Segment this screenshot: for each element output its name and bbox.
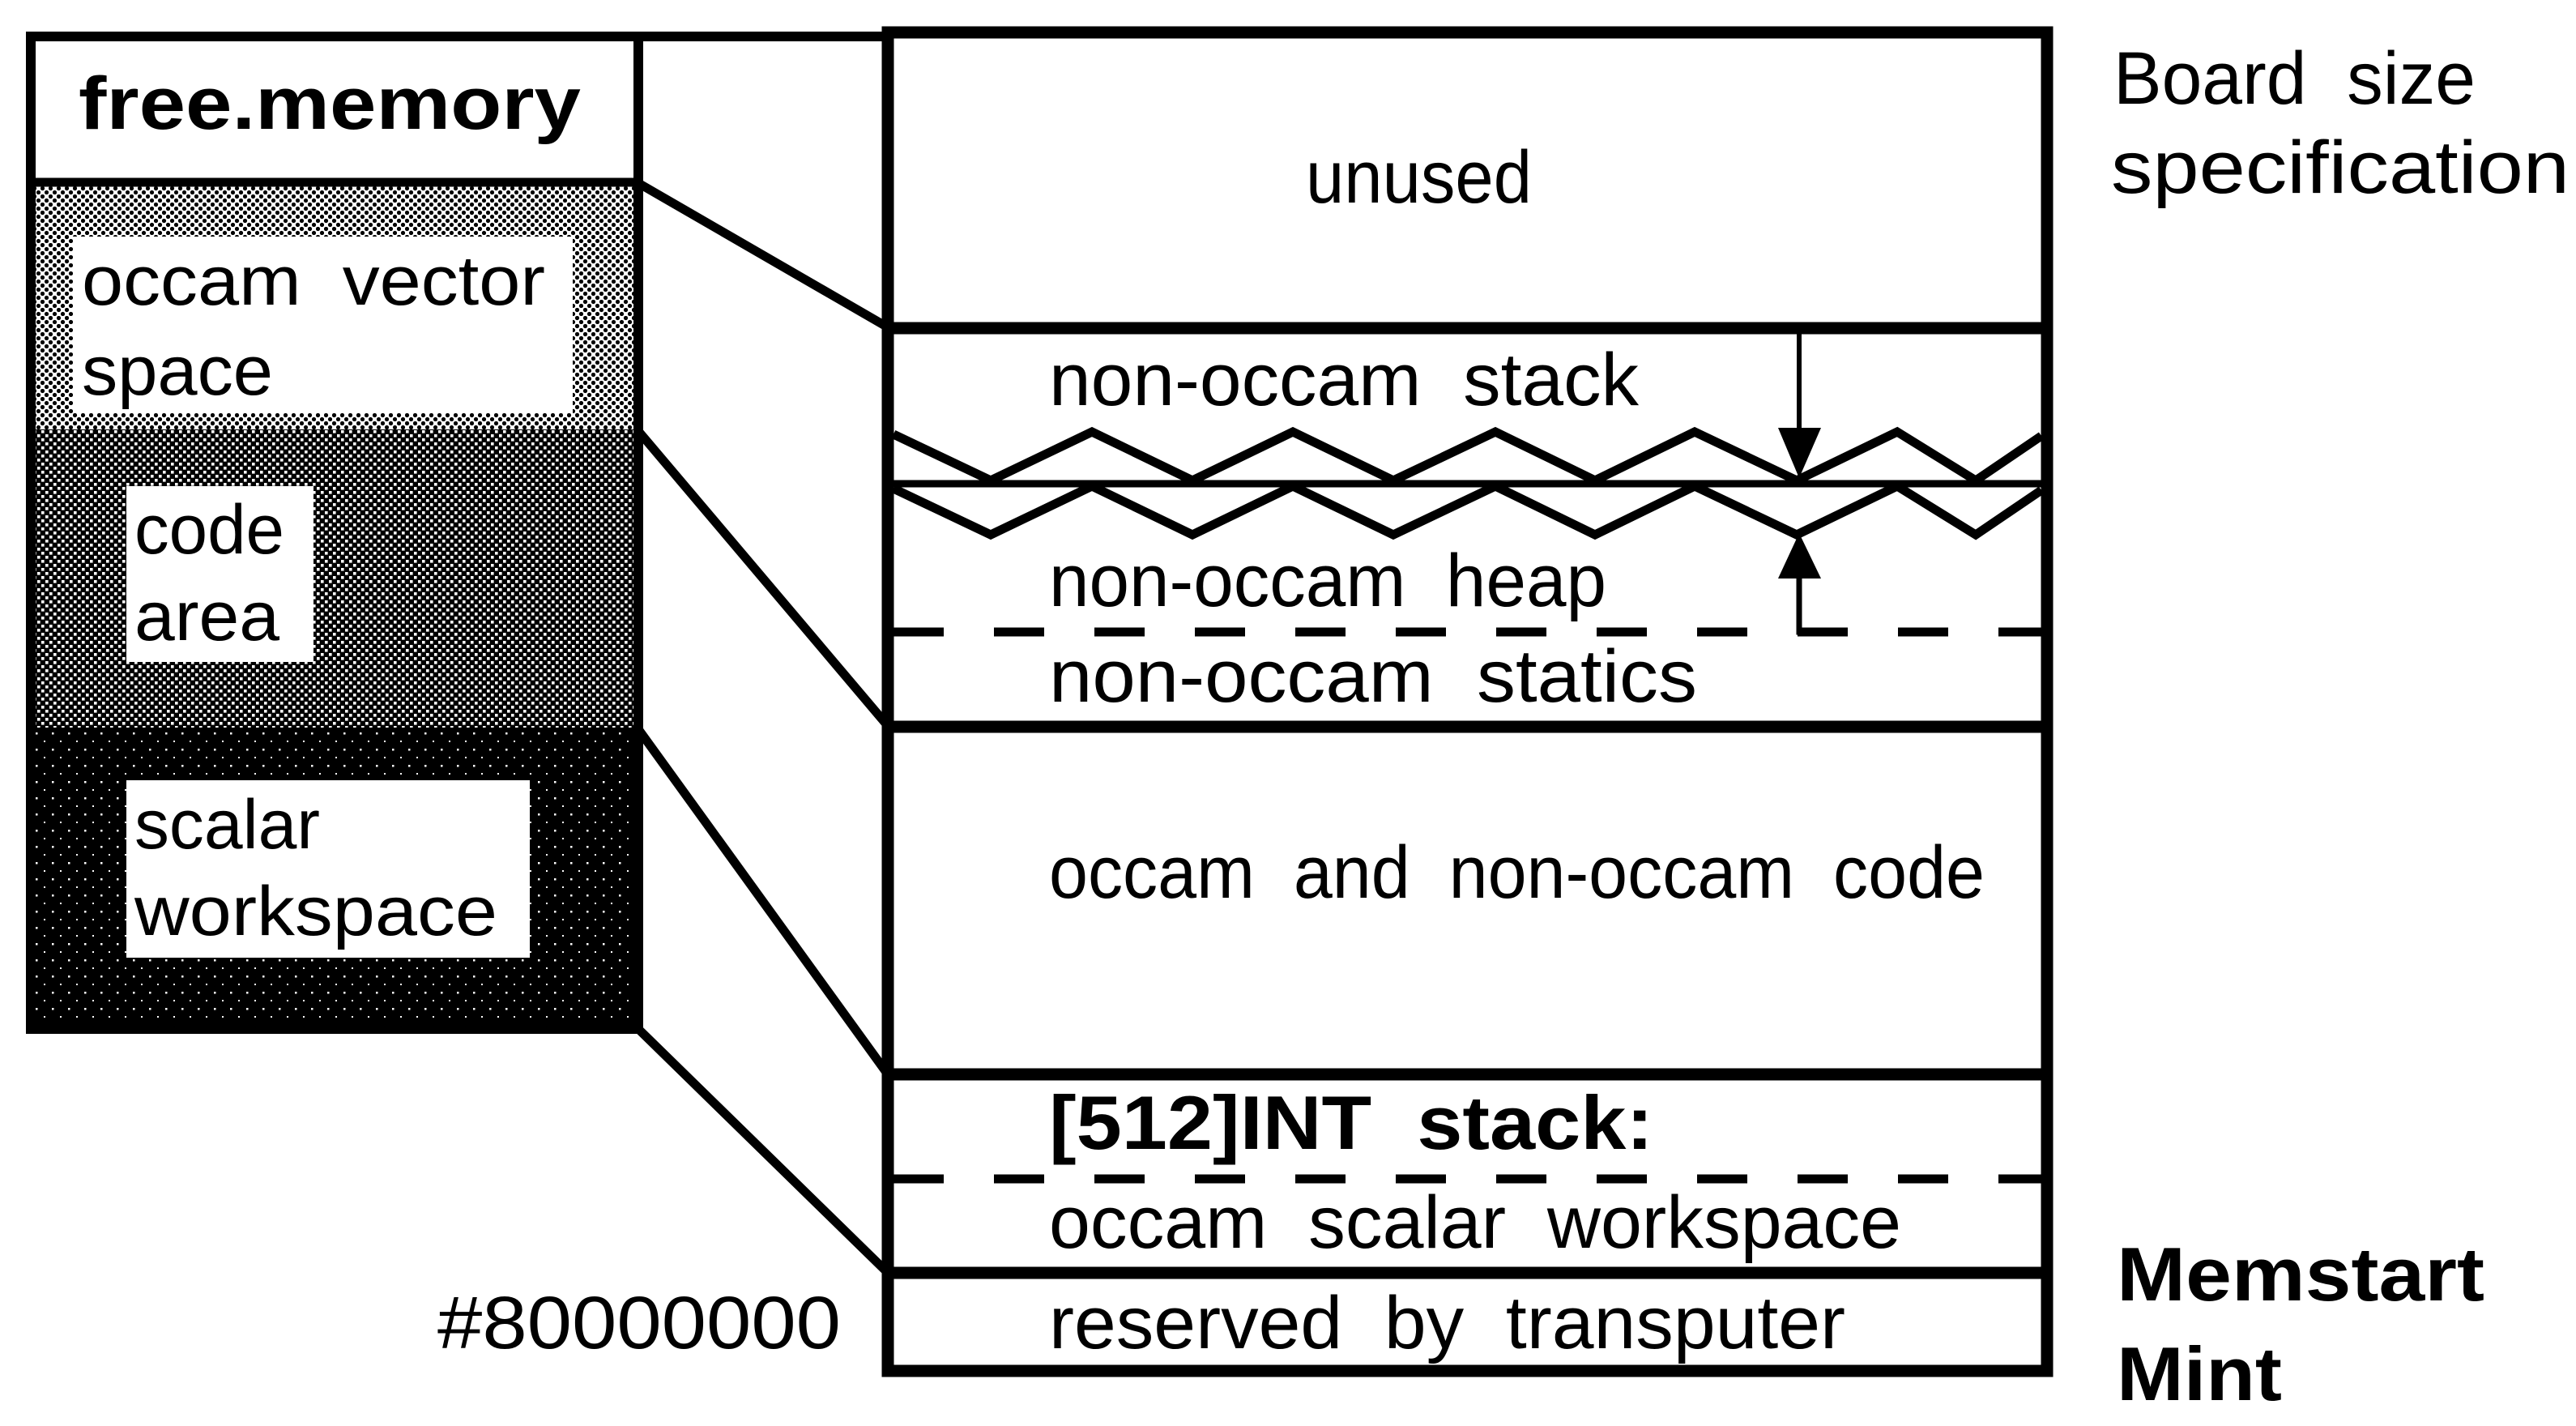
connector-vector-space xyxy=(636,179,890,331)
region-non-occam-statics-label: non-occam statics xyxy=(1049,635,1697,718)
connector-lines xyxy=(633,32,892,1276)
region-int-stack: [512]INT stack: xyxy=(1049,1080,1653,1165)
region-non-occam-heap: non-occam heap xyxy=(1049,540,1606,622)
code-area-label-line1: code xyxy=(134,491,284,569)
free-memory-block: free.memory occam vector space code area… xyxy=(26,32,643,1034)
region-reserved: reserved by transputer xyxy=(1049,1282,1845,1364)
scalar-workspace-label-line2: workspace xyxy=(134,873,497,950)
region-non-occam-stack: non-occam stack xyxy=(1049,339,1640,421)
address-label: #80000000 xyxy=(437,1282,841,1364)
code-area-section xyxy=(31,429,638,728)
heap-growth-arrow-icon xyxy=(1778,533,1845,635)
heap-zigzag xyxy=(891,480,2045,540)
memory-map: unused non-occam stack non-occam heap no… xyxy=(881,26,2054,1377)
region-code: occam and non-occam code xyxy=(1049,831,1985,914)
connector-scalar-top xyxy=(634,726,892,1078)
memstart-label: Memstart xyxy=(2117,1232,2484,1317)
scalar-workspace-label-line1: scalar xyxy=(134,786,320,864)
region-occam-scalar-workspace: occam scalar workspace xyxy=(1049,1181,1901,1264)
occam-vector-space-label-line1: occam vector xyxy=(82,242,545,320)
region-unused: unused xyxy=(1306,136,1532,219)
region-non-occam-stack-label: non-occam stack xyxy=(1049,339,1640,421)
stack-growth-arrow-icon xyxy=(1778,332,1821,478)
board-size-label-line2: specification xyxy=(2111,126,2570,209)
region-code-label: occam and non-occam code xyxy=(1049,831,1985,914)
region-unused-label: unused xyxy=(1306,136,1532,219)
region-int-stack-label: [512]INT stack: xyxy=(1049,1080,1653,1165)
connector-scalar-bottom xyxy=(635,1026,891,1276)
region-non-occam-statics: non-occam statics xyxy=(1049,635,1697,718)
board-size-label-line1: Board size xyxy=(2113,37,2476,120)
occam-vector-space-label-line2: space xyxy=(82,332,273,410)
memory-layout-diagram: free.memory occam vector space code area… xyxy=(26,26,2570,1416)
code-area-label-line2: area xyxy=(134,578,279,655)
region-non-occam-heap-label: non-occam heap xyxy=(1049,540,1606,622)
region-occam-scalar-workspace-label: occam scalar workspace xyxy=(1049,1181,1901,1264)
region-reserved-label: reserved by transputer xyxy=(1049,1282,1845,1364)
stack-zigzag xyxy=(891,426,2045,486)
mint-label: Mint xyxy=(2117,1331,2282,1416)
connector-code-area xyxy=(634,428,892,729)
free-memory-title: free.memory xyxy=(79,62,581,145)
